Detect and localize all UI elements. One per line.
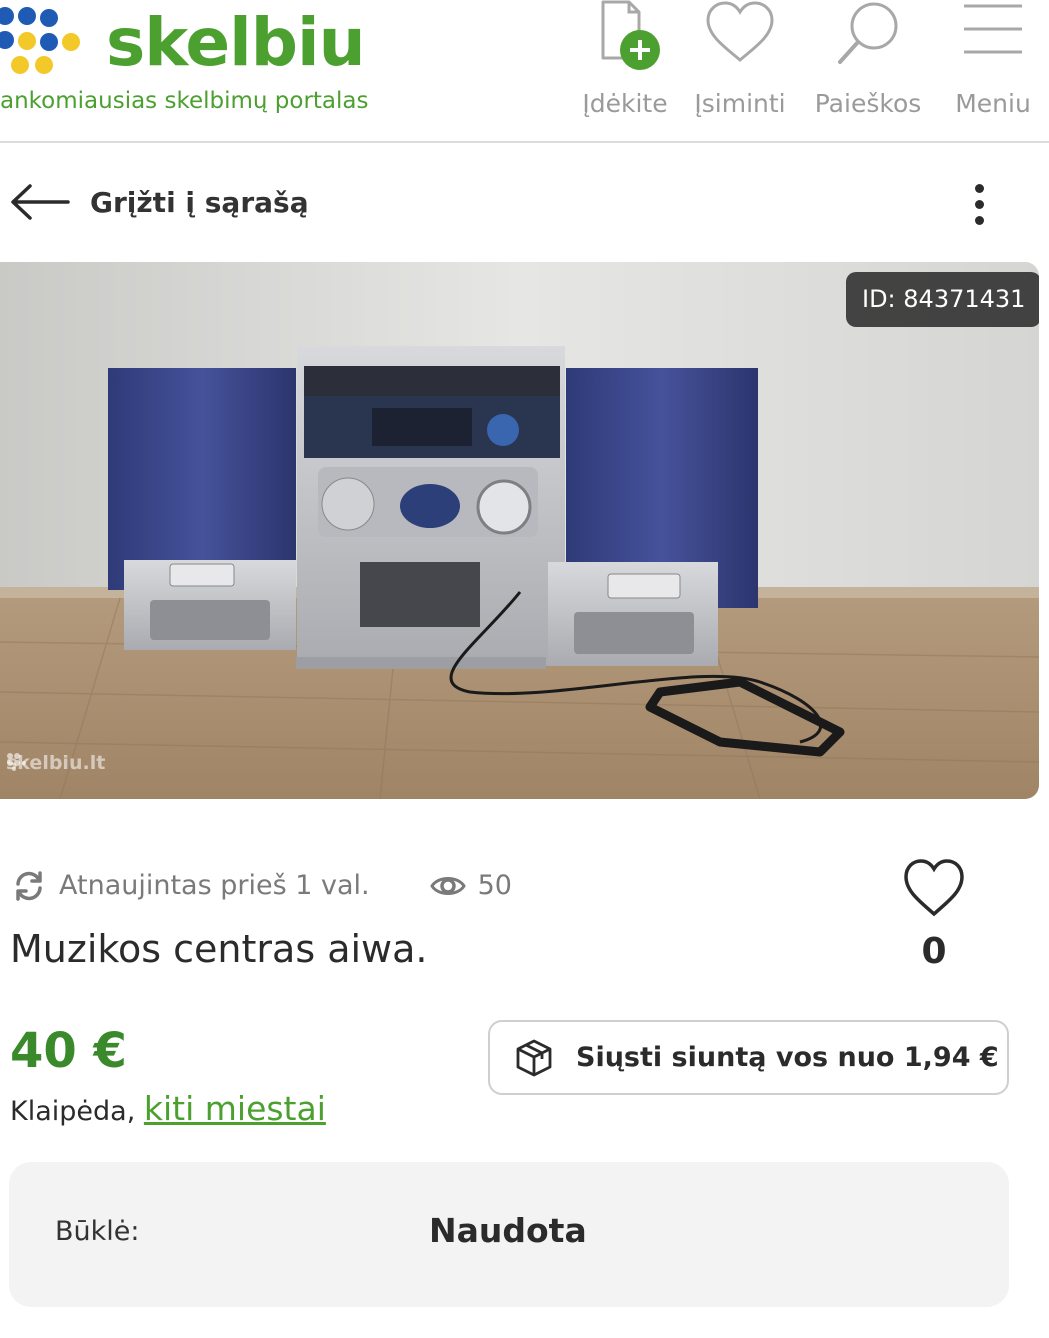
favorite-button[interactable]: 0: [900, 856, 968, 986]
nav-searches[interactable]: Paieškos: [810, 0, 926, 130]
back-bar: Grįžti į sąrašą: [0, 160, 1049, 250]
search-icon: [838, 2, 898, 64]
heart-icon: [904, 859, 964, 917]
nav-saved[interactable]: Įsiminti: [692, 0, 788, 130]
package-icon: [516, 1039, 552, 1076]
listing-location: Klaipėda, kiti miestai: [10, 1090, 326, 1131]
listing-id-badge: ID: 84371431: [846, 272, 1039, 327]
logo-tagline: ankomiausias skelbimų portalas: [0, 88, 369, 114]
add-document-icon: [601, 0, 660, 70]
nav-label-saved: Įsiminti: [694, 89, 786, 118]
listing-meta: Atnaujintas prieš 1 val. 50: [12, 866, 512, 906]
city-name: Klaipėda,: [10, 1096, 136, 1127]
more-options-icon[interactable]: [958, 178, 1002, 230]
product-photo-illustration: [0, 262, 1039, 799]
site-logo[interactable]: skelbiu ankomiausias skelbimų portalas: [0, 0, 400, 130]
eye-icon: [429, 877, 466, 895]
logo-dots-icon: [0, 7, 80, 74]
shipping-button-label: Siųsti siuntą vos nuo 1,94 €: [576, 1042, 999, 1073]
logo-wordmark: skelbiu: [106, 4, 366, 81]
updated-time: Atnaujintas prieš 1 val.: [59, 870, 370, 901]
condition-panel: Būklė: Naudota: [9, 1162, 1009, 1307]
back-to-list-link[interactable]: Grįžti į sąrašą: [90, 184, 309, 222]
menu-icon: [964, 4, 1022, 54]
nav-menu[interactable]: Meniu: [948, 0, 1038, 130]
nav-label-searches: Paieškos: [814, 89, 922, 118]
view-count: 50: [477, 870, 512, 901]
listing-page: skelbiu ankomiausias skelbimų portalas Į…: [0, 0, 1049, 1338]
other-cities-link[interactable]: kiti miestai: [144, 1089, 326, 1128]
refresh-icon: [16, 871, 42, 901]
photo-watermark: skelbiu.lt: [6, 752, 105, 774]
listing-price: 40 €: [10, 1023, 127, 1079]
nav-label-add: Įdėkite: [582, 89, 668, 118]
logo-dots-icon: [7, 753, 26, 771]
listing-photo[interactable]: ID: 84371431 skelbiu.lt: [0, 262, 1039, 799]
condition-value: Naudota: [429, 1211, 587, 1250]
heart-icon: [706, 1, 774, 62]
nav-label-menu: Meniu: [955, 89, 1031, 118]
site-header: skelbiu ankomiausias skelbimų portalas Į…: [0, 0, 1049, 143]
condition-label: Būklė:: [55, 1216, 140, 1247]
shipping-button[interactable]: Siųsti siuntą vos nuo 1,94 €: [488, 1020, 1009, 1095]
arrow-left-icon[interactable]: [8, 182, 70, 222]
listing-title: Muzikos centras aiwa.: [10, 927, 428, 971]
favorite-count: 0: [921, 931, 947, 972]
nav-add-listing[interactable]: Įdėkite: [580, 0, 670, 130]
